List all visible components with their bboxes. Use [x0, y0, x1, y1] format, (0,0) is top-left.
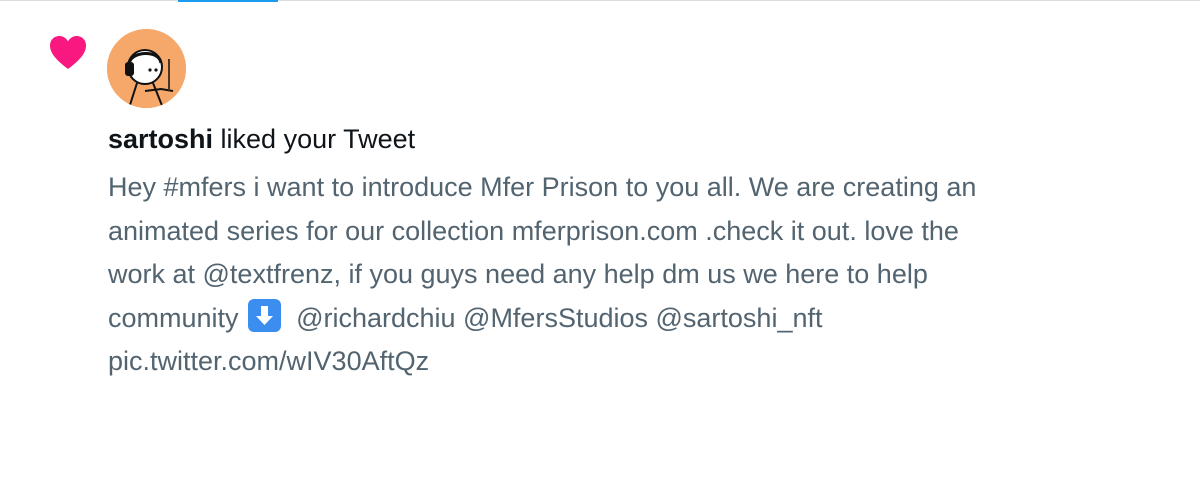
like-notification[interactable]: sartoshi liked your Tweet Hey #mfers i w…: [0, 0, 1200, 503]
down-arrow-emoji-icon: [248, 298, 282, 332]
tweet-line: animated series for our collection mferp…: [108, 215, 959, 246]
liker-username[interactable]: sartoshi: [108, 124, 213, 154]
tweet-mentions: @richardchiu @MfersStudios @sartoshi_nft: [296, 302, 823, 333]
notification-headline: sartoshi liked your Tweet: [108, 121, 415, 157]
tweet-line: work at @textfrenz, if you guys need any…: [108, 259, 928, 289]
tweet-word: community: [108, 302, 239, 333]
heart-icon: [50, 36, 86, 69]
tweet-line: Hey #mfers i want to introduce Mfer Pris…: [108, 172, 977, 202]
tweet-text[interactable]: Hey #mfers i want to introduce Mfer Pris…: [108, 166, 1168, 384]
avatar[interactable]: [107, 29, 186, 108]
tweet-line-community: community @richardchiu @MfersStudios @sa…: [108, 297, 1168, 341]
tweet-link: pic.twitter.com/wIV30AftQz: [108, 346, 430, 376]
action-text: liked your Tweet: [213, 124, 416, 154]
mfer-avatar-icon: [107, 29, 186, 108]
